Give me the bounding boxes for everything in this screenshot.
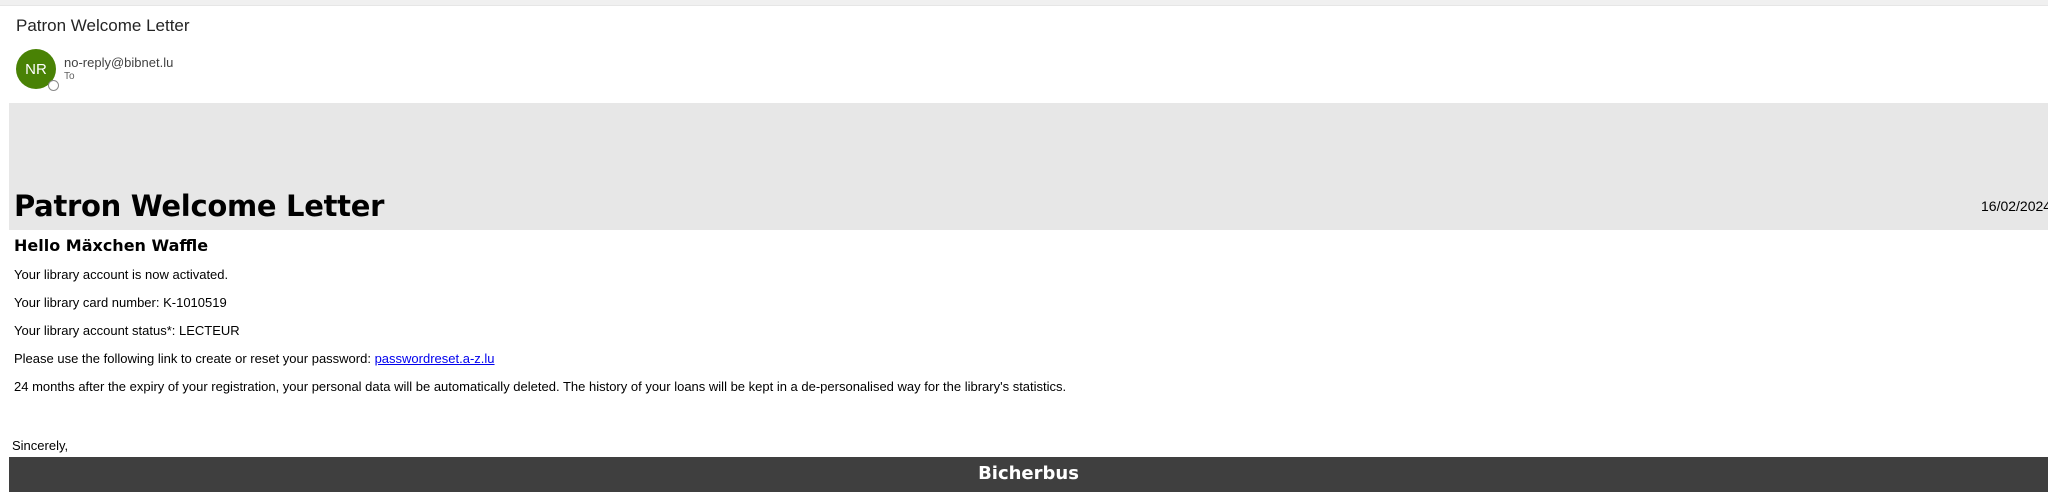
footer-library-name: Bicherbus	[978, 463, 1079, 484]
email-subject: Patron Welcome Letter	[16, 16, 190, 35]
password-instruction: Please use the following link to create …	[14, 351, 2034, 367]
sender-info: no-reply@bibnet.lu To	[64, 55, 173, 84]
account-status-text: Your library account status*: LECTEUR	[14, 323, 240, 338]
account-activated-text: Your library account is now activated.	[14, 267, 229, 282]
letter-header-banner: Patron Welcome Letter 16/02/2024	[9, 103, 2048, 230]
window-top-border	[0, 0, 2048, 6]
closing-text: Sincerely,	[12, 438, 69, 453]
presence-status-icon	[48, 80, 59, 91]
card-number-text: Your library card number: K-1010519	[14, 295, 227, 310]
password-instruction-text: Please use the following link to create …	[14, 351, 375, 366]
letter-footer-banner: Bicherbus	[9, 457, 2048, 492]
recipient-to-label: To	[64, 70, 75, 82]
sender-email[interactable]: no-reply@bibnet.lu	[64, 55, 173, 70]
greeting: Hello Mäxchen Waffle	[14, 236, 209, 255]
password-reset-link[interactable]: passwordreset.a-z.lu	[375, 351, 495, 366]
data-retention-text: 24 months after the expiry of your regis…	[14, 379, 1067, 394]
letter-date: 16/02/2024	[1981, 198, 2048, 214]
letter-body: Hello Mäxchen Waffle Your library accoun…	[14, 236, 2034, 407]
sender-block: NR no-reply@bibnet.lu To	[16, 49, 173, 91]
letter-title: Patron Welcome Letter	[14, 189, 385, 223]
avatar-initials: NR	[25, 60, 47, 78]
avatar[interactable]: NR	[16, 49, 59, 91]
